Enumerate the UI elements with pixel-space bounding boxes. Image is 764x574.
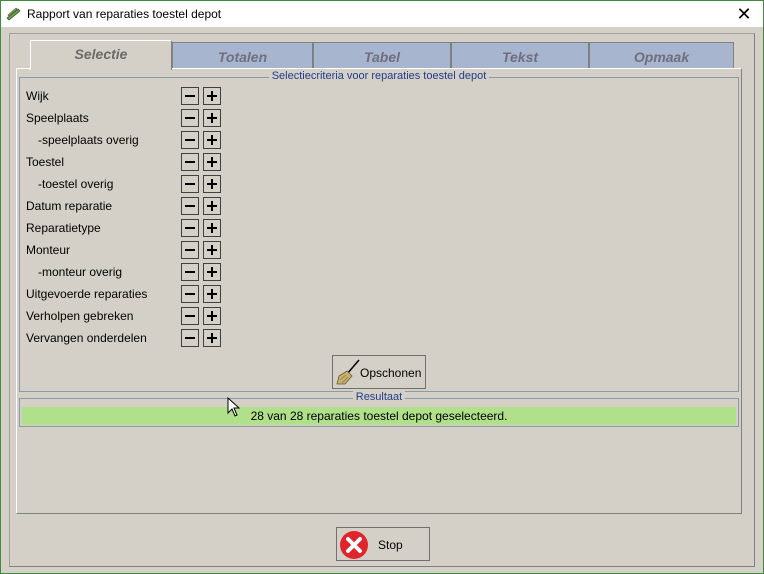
criterion-row-speelplaats-overig: -speelplaats overig <box>26 130 226 150</box>
criterion-label: Uitgevoerde reparaties <box>26 287 148 301</box>
collapse-minus-button[interactable] <box>181 153 199 171</box>
criterion-row-reparatietype: Reparatietype <box>26 218 226 238</box>
clear-button-label: Opschonen <box>360 366 422 380</box>
criterion-row-toestel-overig: -toestel overig <box>26 174 226 194</box>
criterion-row-verholpen-gebreken: Verholpen gebreken <box>26 306 226 326</box>
criterion-label: -toestel overig <box>38 177 114 191</box>
criterion-label: -monteur overig <box>38 265 123 279</box>
criterion-label: Datum reparatie <box>26 199 113 213</box>
title-bar[interactable]: Rapport van reparaties toestel depot ✕ <box>1 1 763 27</box>
criterion-label: Verholpen gebreken <box>26 309 134 323</box>
criterion-row-uitgevoerde-reparaties: Uitgevoerde reparaties <box>26 284 226 304</box>
collapse-minus-button[interactable] <box>181 197 199 215</box>
criterion-label: -speelplaats overig <box>38 133 139 147</box>
expand-plus-button[interactable] <box>203 285 221 303</box>
tab-selectie[interactable]: Selectie <box>30 40 172 70</box>
collapse-minus-button[interactable] <box>181 109 199 127</box>
result-group: Resultaat 28 van 28 reparaties toestel d… <box>19 391 739 427</box>
collapse-minus-button[interactable] <box>181 329 199 347</box>
expand-plus-button[interactable] <box>203 241 221 259</box>
criterion-label: Reparatietype <box>26 221 101 235</box>
close-icon[interactable]: ✕ <box>729 2 759 26</box>
tab-totalen[interactable]: Totalen <box>172 42 313 68</box>
broom-icon <box>336 359 360 385</box>
selectie-panel: Selectiecriteria voor reparaties toestel… <box>16 68 742 514</box>
criterion-row-datum-reparatie: Datum reparatie <box>26 196 226 216</box>
expand-plus-button[interactable] <box>203 131 221 149</box>
dialog-body: Selectie Totalen Tabel Tekst Opmaak Sele… <box>9 33 755 567</box>
expand-plus-button[interactable] <box>203 219 221 237</box>
criteria-legend: Selectiecriteria voor reparaties toestel… <box>268 70 490 82</box>
criteria-group: Selectiecriteria voor reparaties toestel… <box>19 70 739 392</box>
report-window: Rapport van reparaties toestel depot ✕ S… <box>0 0 764 574</box>
stop-button[interactable]: Stop <box>336 527 430 561</box>
collapse-minus-button[interactable] <box>181 131 199 149</box>
expand-plus-button[interactable] <box>203 109 221 127</box>
collapse-minus-button[interactable] <box>181 307 199 325</box>
window-title: Rapport van reparaties toestel depot <box>27 7 222 21</box>
expand-plus-button[interactable] <box>203 307 221 325</box>
criterion-row-speelplaats: Speelplaats <box>26 108 226 128</box>
criterion-label: Speelplaats <box>26 111 89 125</box>
collapse-minus-button[interactable] <box>181 285 199 303</box>
expand-plus-button[interactable] <box>203 263 221 281</box>
collapse-minus-button[interactable] <box>181 175 199 193</box>
criterion-label: Vervangen onderdelen <box>26 331 147 345</box>
collapse-minus-button[interactable] <box>181 87 199 105</box>
criterion-label: Monteur <box>26 243 71 257</box>
result-text: 28 van 28 reparaties toestel depot gesel… <box>22 407 736 425</box>
clear-button[interactable]: Opschonen <box>332 355 426 389</box>
expand-plus-button[interactable] <box>203 175 221 193</box>
criterion-label: Wijk <box>26 89 49 103</box>
collapse-minus-button[interactable] <box>181 241 199 259</box>
criterion-label: Toestel <box>26 155 65 169</box>
expand-plus-button[interactable] <box>203 87 221 105</box>
criterion-row-wijk: Wijk <box>26 86 226 106</box>
criterion-row-toestel: Toestel <box>26 152 226 172</box>
collapse-minus-button[interactable] <box>181 263 199 281</box>
tab-tekst[interactable]: Tekst <box>451 42 589 68</box>
stop-button-label: Stop <box>378 538 403 552</box>
criterion-row-monteur-overig: -monteur overig <box>26 262 226 282</box>
collapse-minus-button[interactable] <box>181 219 199 237</box>
expand-plus-button[interactable] <box>203 329 221 347</box>
tab-opmaak[interactable]: Opmaak <box>589 42 734 68</box>
mouse-cursor-icon <box>227 397 241 417</box>
expand-plus-button[interactable] <box>203 197 221 215</box>
criterion-row-monteur: Monteur <box>26 240 226 260</box>
app-pencil-icon <box>6 7 21 21</box>
tab-tabel[interactable]: Tabel <box>313 42 451 68</box>
stop-x-icon <box>340 531 368 559</box>
expand-plus-button[interactable] <box>203 153 221 171</box>
criterion-row-vervangen-onderdelen: Vervangen onderdelen <box>26 328 226 348</box>
result-legend: Resultaat <box>352 391 406 403</box>
